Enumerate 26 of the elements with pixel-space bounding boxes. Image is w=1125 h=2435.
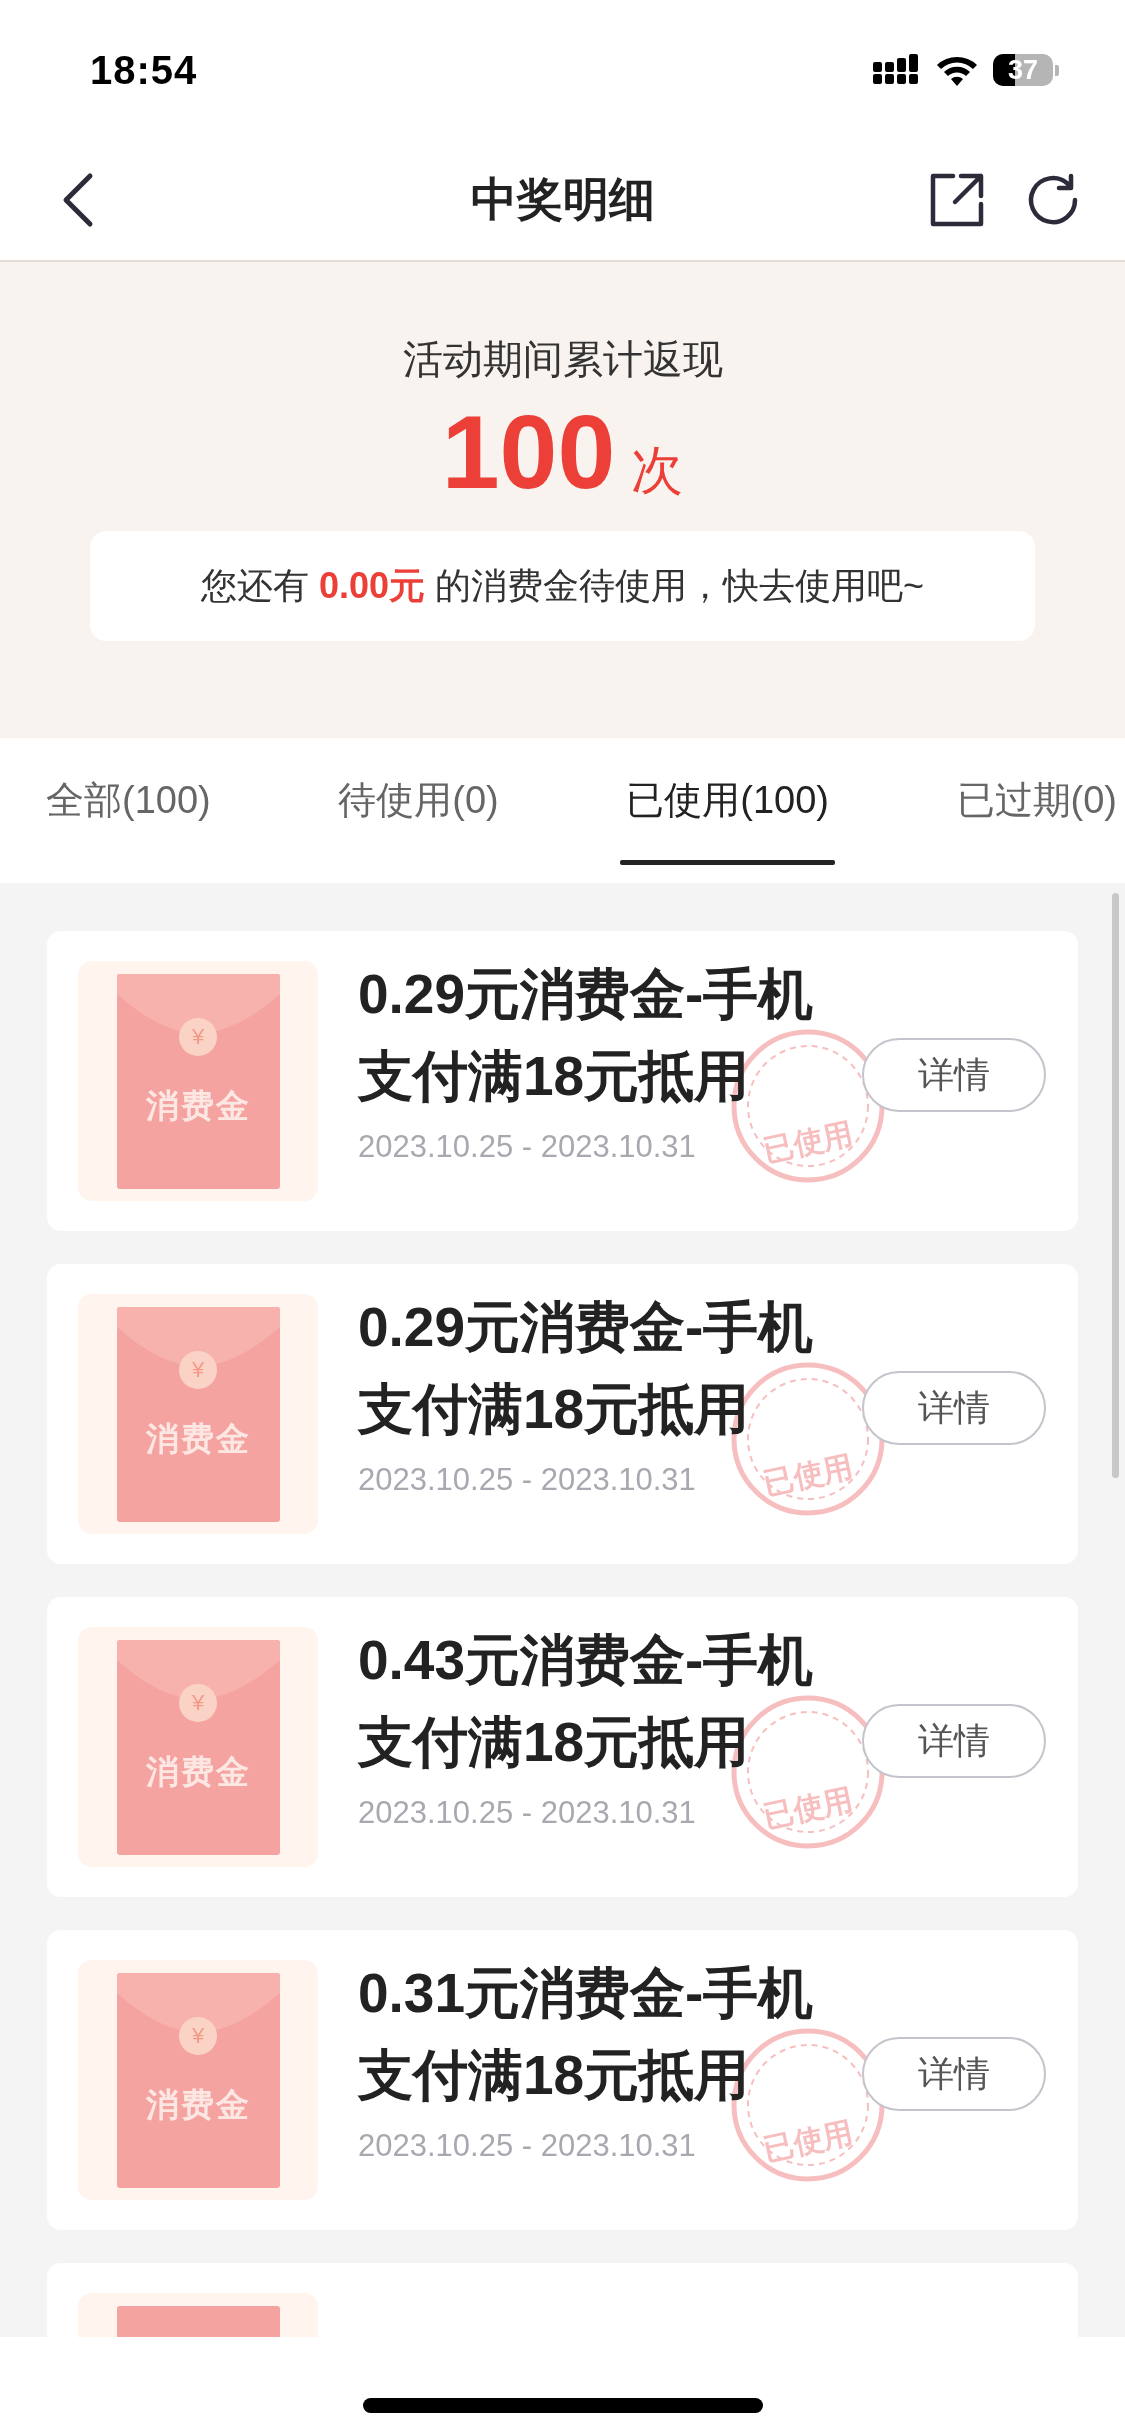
envelope-label: 消费金 <box>145 1751 251 1792</box>
filter-tab[interactable]: 已过期(0) <box>950 728 1123 873</box>
envelope-label: 消费金 <box>145 1418 251 1459</box>
details-button[interactable]: 详情 <box>862 1038 1046 1112</box>
filter-tab[interactable]: 已使用(100) <box>620 728 835 873</box>
signal-icon <box>873 54 921 86</box>
validity-date: 2023.10.25 - 2023.10.31 <box>358 1462 696 1498</box>
validity-date: 2023.10.25 - 2023.10.31 <box>358 2128 696 2164</box>
share-button[interactable] <box>929 172 985 228</box>
filter-tab[interactable]: 全部(100) <box>40 728 217 873</box>
filter-tab[interactable]: 待使用(0) <box>332 728 505 873</box>
summary-label: 活动期间累计返现 <box>402 336 723 383</box>
validity-date: 2023.10.25 - 2023.10.31 <box>358 1129 696 1165</box>
wifi-icon <box>935 54 979 86</box>
status-time: 18:54 <box>90 47 198 93</box>
count-unit: 次 <box>631 440 684 501</box>
share-icon <box>929 172 985 228</box>
count-value: 100 <box>441 395 616 510</box>
envelope-label: 消费金 <box>145 2084 251 2125</box>
page-title: 中奖明细 <box>470 172 655 227</box>
notice-text: 您还有 0.00元 的消费金待使用，快去使用吧~ <box>200 563 925 608</box>
details-button[interactable]: 详情 <box>862 1371 1046 1445</box>
validity-date: 2023.10.25 - 2023.10.31 <box>358 1795 696 1831</box>
details-button[interactable]: 详情 <box>862 1704 1046 1778</box>
envelope-label: 消费金 <box>145 1085 251 1126</box>
details-button[interactable]: 详情 <box>862 2037 1046 2111</box>
